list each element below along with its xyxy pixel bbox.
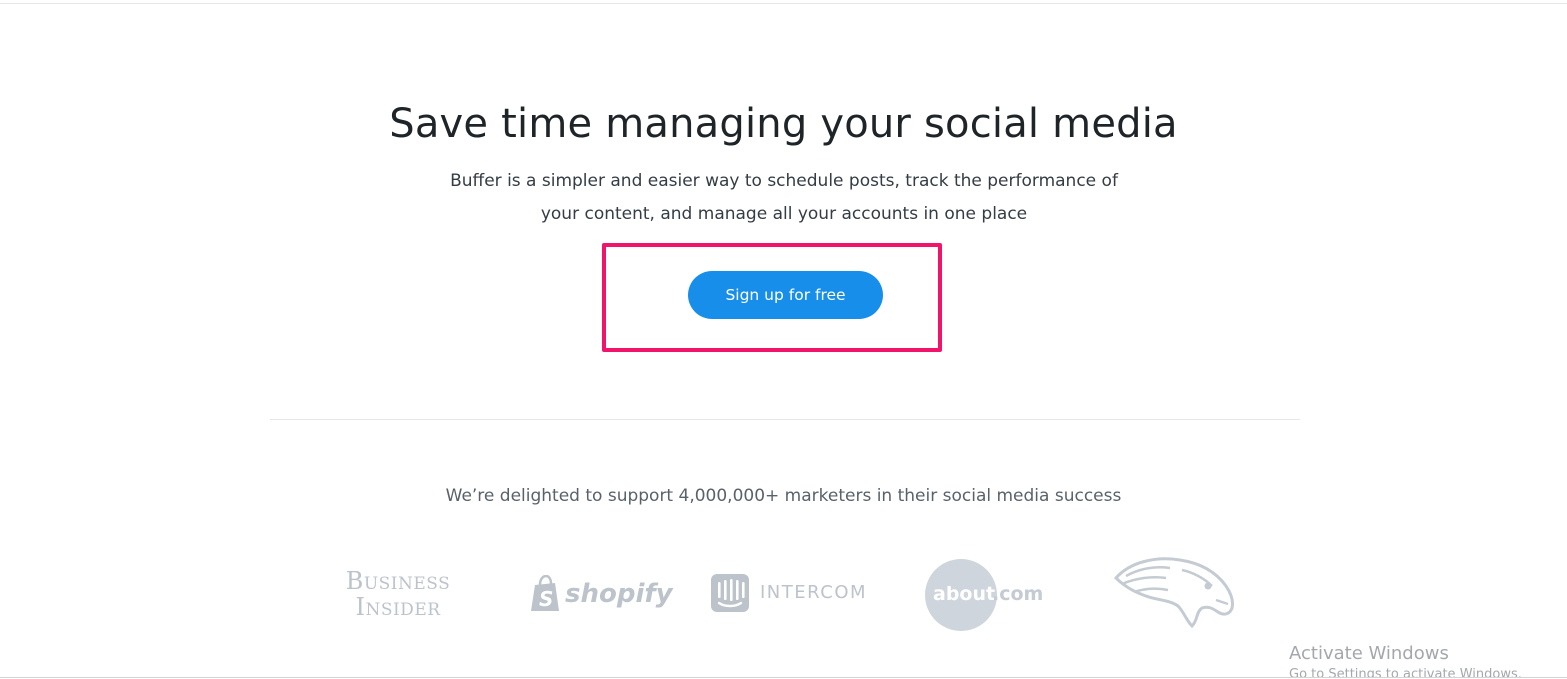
intercom-mark-icon — [711, 574, 749, 612]
business-insider-line2: Insider — [355, 593, 441, 621]
hero-title: Save time managing your social media — [389, 101, 1178, 147]
shopify-wordmark: shopify — [565, 579, 673, 609]
windows-activation-watermark: Activate Windows Go to Settings to activ… — [1289, 642, 1522, 677]
intercom-logo: INTERCOM — [711, 574, 866, 612]
about-com-logo: about .com — [925, 559, 1051, 631]
shopify-bag-icon: S — [531, 575, 559, 611]
bottom-divider — [0, 677, 1567, 678]
hero-subtitle: Buffer is a simpler and easier way to sc… — [450, 171, 1118, 224]
business-insider-line1: Business — [345, 567, 451, 595]
watermark-title: Activate Windows — [1289, 643, 1449, 664]
social-proof-text: We’re delighted to support 4,000,000+ ma… — [445, 486, 1122, 506]
watermark-subtitle: Go to Settings to activate Windows. — [1289, 667, 1522, 677]
svg-text:S: S — [539, 587, 553, 611]
shopify-logo: S shopify — [529, 573, 673, 615]
broncos-horse-icon — [1113, 557, 1234, 629]
broncos-logo — [1112, 556, 1236, 630]
intercom-wordmark: INTERCOM — [760, 582, 868, 603]
business-insider-logo: Business Insider — [336, 568, 460, 620]
sign-up-button[interactable]: Sign up for free — [688, 271, 883, 319]
about-dotcom: .com — [992, 583, 1044, 605]
about-wordmark: about — [933, 583, 996, 605]
top-divider — [0, 3, 1567, 4]
section-divider — [270, 419, 1300, 420]
